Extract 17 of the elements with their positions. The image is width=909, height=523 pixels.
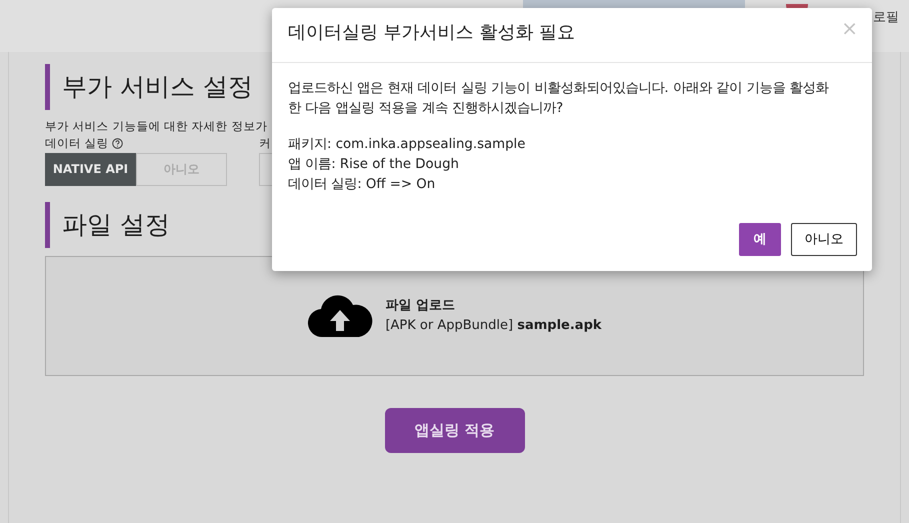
section-description: 부가 서비스 기능들에 대한 자세한 정보가 (45, 118, 268, 135)
detail-line: 패키지: com.inka.appsealing.sample (288, 136, 526, 154)
profile-link[interactable]: 로필 (873, 8, 899, 28)
upload-title: 파일 업로드 (385, 297, 456, 315)
confirm-button[interactable]: 예 (739, 223, 781, 256)
upload-hint: [APK or AppBundle] sample.apk (385, 316, 602, 334)
field-label: 커 (259, 135, 271, 152)
detail-line: 데이터 실링: Off => On (288, 176, 436, 194)
modal-title: 데이터실링 부가서비스 활성화 필요 (288, 22, 576, 44)
toggle-option[interactable]: NATIVE API (45, 152, 136, 186)
cloud-upload-icon (307, 292, 374, 338)
cancel-button[interactable]: 아니오 (791, 223, 857, 256)
upload-dropzone[interactable]: 파일 업로드 [APK or AppBundle] sample.apk (45, 256, 864, 376)
detail-line: 앱 이름: Rise of the Dough (288, 156, 460, 174)
field-label: 데이터 실링 (45, 135, 109, 152)
help-icon[interactable] (112, 138, 123, 150)
apply-button[interactable]: 앱실링 적용 (384, 408, 524, 452)
